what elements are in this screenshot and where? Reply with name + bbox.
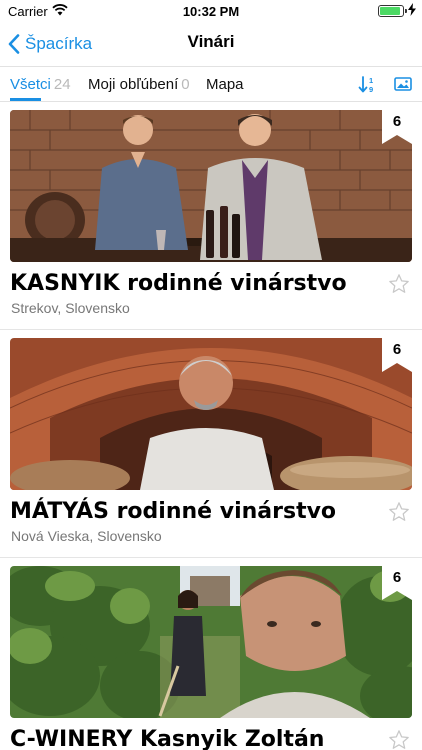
- wine-count: 6: [392, 569, 402, 586]
- navigation-bar: Špacírka Vinári: [0, 22, 422, 66]
- tab-favorites[interactable]: Moji obľúbení 0: [88, 76, 190, 93]
- wine-count-badge: 6: [382, 110, 412, 144]
- wine-count: 6: [392, 341, 402, 358]
- tab-favorites-count: 0: [181, 76, 190, 93]
- wine-count: 6: [392, 113, 402, 130]
- tab-map-label: Mapa: [206, 76, 244, 93]
- winery-name[interactable]: C-WINERY Kasnyik Zoltán: [10, 727, 324, 750]
- star-icon[interactable]: [388, 273, 410, 300]
- svg-text:1: 1: [369, 76, 373, 85]
- sort-icon[interactable]: 1 9: [358, 75, 378, 100]
- active-tab-indicator: [10, 98, 41, 101]
- winery-location: Nová Vieska, Slovensko: [11, 528, 162, 544]
- winery-location: Strekov, Slovensko: [11, 300, 130, 316]
- winery-name[interactable]: MÁTYÁS rodinné vinárstvo: [10, 499, 336, 524]
- winery-photo[interactable]: [10, 110, 412, 262]
- status-bar: Carrier 10:32 PM: [0, 0, 422, 22]
- tab-all-label: Všetci: [10, 76, 51, 93]
- winery-card[interactable]: 6 MÁTYÁS rodinné vinárstvo Nová Vieska, …: [0, 330, 422, 558]
- tab-all-count: 24: [53, 76, 71, 93]
- tab-map[interactable]: Mapa: [206, 76, 244, 93]
- svg-text:9: 9: [369, 85, 373, 94]
- wine-count-badge: 6: [382, 338, 412, 372]
- charging-icon: [408, 3, 416, 19]
- tab-all[interactable]: Všetci 24: [10, 76, 71, 93]
- winery-photo[interactable]: [10, 566, 412, 718]
- tab-favorites-label: Moji obľúbení: [88, 76, 179, 93]
- wine-count-badge: 6: [382, 566, 412, 600]
- winery-name[interactable]: KASNYIK rodinné vinárstvo: [10, 271, 347, 296]
- winery-card[interactable]: 6 KASNYIK rodinné vinárstvo Strekov, Slo…: [0, 102, 422, 330]
- clock: 10:32 PM: [182, 4, 240, 19]
- page-title: Vinári: [187, 32, 235, 51]
- image-view-icon[interactable]: [394, 75, 412, 98]
- winery-card[interactable]: 6 C-WINERY Kasnyik Zoltán: [0, 558, 422, 750]
- battery-icon: [378, 5, 407, 17]
- star-icon[interactable]: [388, 729, 410, 750]
- filter-tab-bar: Všetci 24 Moji obľúbení 0 Mapa 1 9: [0, 66, 422, 102]
- star-icon[interactable]: [388, 501, 410, 528]
- winery-photo[interactable]: [10, 338, 412, 490]
